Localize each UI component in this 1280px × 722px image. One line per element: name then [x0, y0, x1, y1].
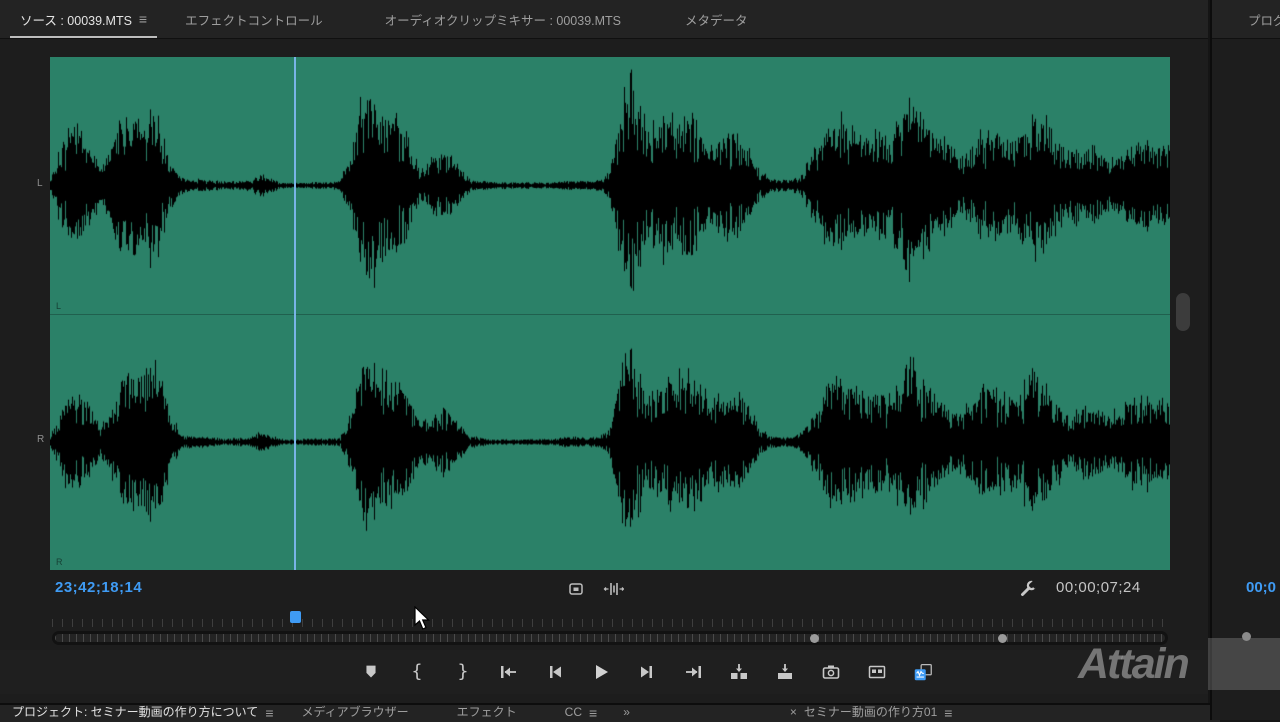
- program-timecode-partial[interactable]: 00;0: [1246, 579, 1280, 596]
- tab-cc-libraries[interactable]: CC ≡: [565, 705, 598, 720]
- watermark-block: [1208, 638, 1280, 690]
- tab-project-label: プロジェクト: セミナー動画の作り方について: [12, 705, 258, 720]
- libraries-panel-menu-icon[interactable]: ≡: [589, 706, 597, 720]
- audio-waveform-zoom-icon[interactable]: [602, 579, 622, 599]
- waveform-display[interactable]: L R: [50, 57, 1170, 570]
- transport-bar: { }: [0, 650, 1208, 694]
- waveform-left-canvas: [50, 57, 1170, 314]
- tab-effects[interactable]: エフェクト: [457, 705, 517, 720]
- mini-playhead[interactable]: [290, 611, 301, 623]
- tab-project[interactable]: プロジェクト: セミナー動画の作り方について ≡: [12, 705, 273, 720]
- tab-effect-controls-label: エフェクトコントロール: [185, 10, 323, 29]
- tab-source[interactable]: ソース : 00039.MTS ≡: [10, 0, 157, 38]
- go-to-in-button[interactable]: [498, 661, 520, 683]
- tab-program-label: プログ: [1248, 10, 1280, 29]
- mini-timeline-ruler[interactable]: [52, 608, 1168, 628]
- tab-effect-controls[interactable]: エフェクトコントロール: [175, 0, 333, 38]
- program-tabbar: プログ: [1212, 0, 1280, 39]
- close-icon[interactable]: ×: [790, 705, 797, 720]
- tab-source-label: ソース : 00039.MTS: [20, 10, 132, 29]
- channel-separator: [50, 314, 1170, 315]
- tab-cc-libraries-label: CC: [565, 705, 582, 720]
- button-editor-icon[interactable]: [866, 661, 888, 683]
- timeline-panel-menu-icon[interactable]: ≡: [944, 706, 952, 720]
- drag-video-audio-icon[interactable]: [912, 661, 934, 683]
- channel-right-inner-label: R: [56, 557, 63, 567]
- tab-metadata-label: メタデータ: [685, 10, 748, 29]
- scroll-knob-1[interactable]: [810, 634, 819, 643]
- program-scroll-knob[interactable]: [1242, 632, 1251, 641]
- waveform-channel-left: L: [50, 57, 1170, 314]
- tab-program[interactable]: プログ: [1238, 0, 1280, 38]
- mouse-cursor: [414, 606, 432, 637]
- tab-effects-label: エフェクト: [457, 705, 517, 720]
- tab-timeline-label: セミナー動画の作り方01: [804, 705, 937, 720]
- horizontal-scrollbar[interactable]: [52, 631, 1168, 645]
- program-monitor-panel: プログ 00;0: [1210, 0, 1280, 720]
- source-monitor-panel: ソース : 00039.MTS ≡ エフェクトコントロール オーディオクリップミ…: [0, 0, 1208, 720]
- overflow-tabs-chevron[interactable]: »: [623, 705, 630, 720]
- select-zoom-level-icon[interactable]: [566, 579, 586, 599]
- mark-out-button[interactable]: }: [452, 661, 474, 683]
- panel-menu-icon[interactable]: ≡: [139, 12, 147, 26]
- settings-wrench-icon[interactable]: [1018, 579, 1038, 599]
- ruler-ticks: [52, 619, 1168, 627]
- tab-media-browser-label: メディアブラウザー: [301, 705, 408, 720]
- bottom-panel-tabbar: プロジェクト: セミナー動画の作り方について ≡ メディアブラウザー エフェクト…: [0, 703, 1220, 722]
- channel-right-label: R: [37, 434, 44, 445]
- project-panel-menu-icon[interactable]: ≡: [265, 706, 273, 720]
- duration-timecode: 00;00;07;24: [1056, 579, 1141, 596]
- vertical-scrollbar-thumb[interactable]: [1176, 293, 1190, 331]
- tab-media-browser[interactable]: メディアブラウザー: [301, 705, 408, 720]
- export-frame-button[interactable]: [820, 661, 842, 683]
- playhead[interactable]: [294, 57, 296, 570]
- add-marker-button[interactable]: [360, 661, 382, 683]
- channel-left-inner-label: L: [56, 301, 61, 311]
- overwrite-button[interactable]: [774, 661, 796, 683]
- tab-audio-clip-mixer-label: オーディオクリップミキサー : 00039.MTS: [385, 10, 621, 29]
- step-forward-button[interactable]: [636, 661, 658, 683]
- insert-button[interactable]: [728, 661, 750, 683]
- waveform-right-canvas: [50, 314, 1170, 571]
- go-to-out-button[interactable]: [682, 661, 704, 683]
- waveform-channel-right: R: [50, 314, 1170, 571]
- tab-audio-clip-mixer[interactable]: オーディオクリップミキサー : 00039.MTS: [375, 0, 631, 38]
- watermark-logo: Attain: [1078, 638, 1188, 690]
- channel-left-label: L: [37, 178, 43, 189]
- mark-in-button[interactable]: {: [406, 661, 428, 683]
- play-button[interactable]: [590, 661, 612, 683]
- panel-tabbar: ソース : 00039.MTS ≡ エフェクトコントロール オーディオクリップミ…: [0, 0, 1208, 39]
- tab-timeline[interactable]: × セミナー動画の作り方01 ≡: [790, 705, 953, 720]
- tab-metadata[interactable]: メタデータ: [675, 0, 758, 38]
- timecode-bar: 23;42;18;14 00;00;07;24: [0, 570, 1208, 606]
- transport-controls: { }: [360, 650, 934, 694]
- scroll-knob-2[interactable]: [998, 634, 1007, 643]
- position-timecode[interactable]: 23;42;18;14: [55, 579, 142, 596]
- step-back-button[interactable]: [544, 661, 566, 683]
